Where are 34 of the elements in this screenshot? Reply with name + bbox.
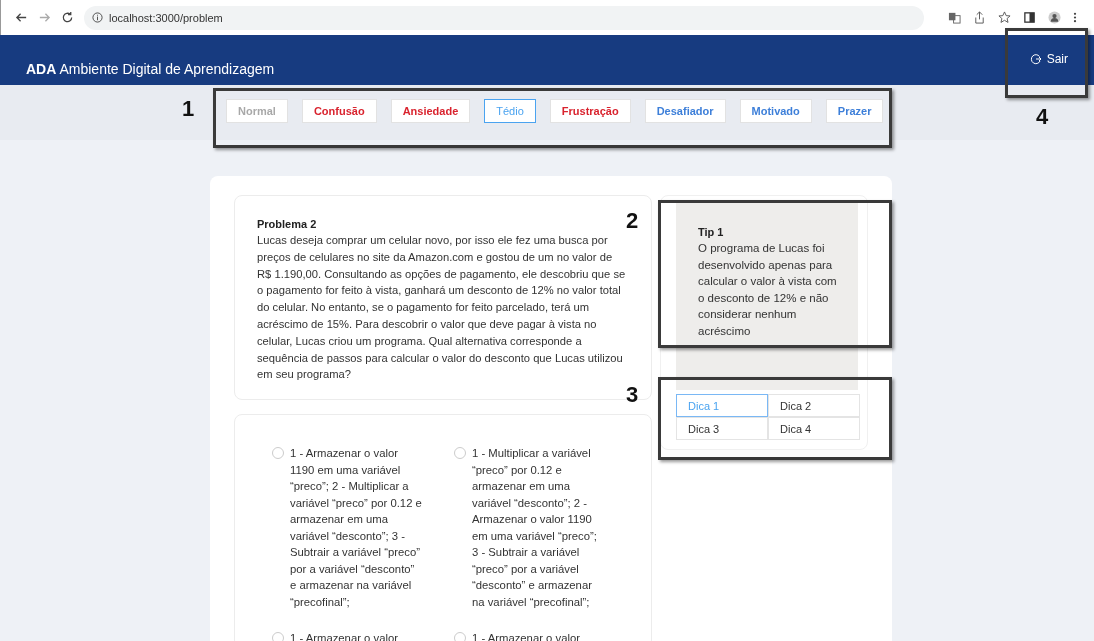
emotion-button[interactable]: Confusão [301,98,377,123]
info-icon [92,12,103,23]
hint-tab[interactable]: Dica 2 [768,394,860,417]
emotion-button[interactable]: Tédio [484,98,536,123]
emotion-button[interactable]: Desafiador [644,98,726,123]
avatar-icon[interactable] [1048,11,1061,24]
logout-icon [1029,53,1042,65]
problem-text: Lucas deseja comprar um celular novo, por isso ele fez uma busca por preços de celulares no site da Amazon.com e gostou de um no valor de R$ 1.190,00. Consultando as opções de pagamento, ele descobriu que se o pagamento for feito à vista, ganhará um desconto de 12% no valor total do celular. No entanto, se o pagamento for feito parcelado, terá um acréscimo de 15%. Para descobrir o valor que deve pagar à vista no celular, Lucas criou um programa. Qual alternativa corresponde a sequência de passos para calcular o valor do desconto que Lucas utilizou em seu programa? [257,233,627,383]
emotion-button[interactable]: Frustração [549,98,631,123]
callout-number: 4 [1036,104,1049,130]
emotion-button[interactable]: Ansiedade [390,98,471,123]
callout-number: 2 [626,208,639,234]
back-icon[interactable] [15,11,28,24]
tip-text: O programa de Lucas foi desenvolvido apenas para calcular o valor à vista com o desconto de 12% e não considerar nenhum acréscimo [698,241,838,339]
address-bar[interactable]: localhost:3000/problem [84,5,924,30]
app-title: ADA Ambiente Digital de Aprendizagem [26,61,275,77]
callout-number: 1 [182,96,195,122]
logout-button[interactable]: Sair [1029,52,1068,66]
problem-title: Problema 2 [257,217,318,232]
reload-icon[interactable] [61,11,74,24]
star-icon[interactable] [998,11,1011,24]
hint-tab[interactable]: Dica 1 [676,394,768,417]
hint-tab[interactable]: Dica 4 [768,417,860,440]
emotion-button[interactable]: Prazer [825,98,884,123]
share-icon[interactable] [973,11,986,24]
more-icon[interactable] [1073,11,1077,24]
tip-title: Tip 1 [698,225,725,240]
callout-number: 3 [626,382,639,408]
option-text: 1 - Armazenar o valor 1190 em uma variável “preco”; 2 - Multiplicar a variável “preco” por 0.12 e armazenar em uma variável “desconto”; 3 - Subtrair a variável “preco” por a variável “desconto” e armazenar na variável “precofinal”; [290,446,422,610]
sidebar-icon[interactable] [1023,11,1036,24]
hint-tab[interactable]: Dica 3 [676,417,768,440]
option-text: 1 - Multiplicar a variável “preco” por 0.12 e armazenar em uma variável “desconto”; 2 - Armazenar o valor 1190 em uma variável “preco”; 3 - Subtrair a variável “preco” por a variável “desconto” e armazenar na variável “precofinal”; [472,446,598,610]
emotion-button[interactable]: Motivado [739,98,812,123]
translate-icon[interactable] [948,11,961,24]
